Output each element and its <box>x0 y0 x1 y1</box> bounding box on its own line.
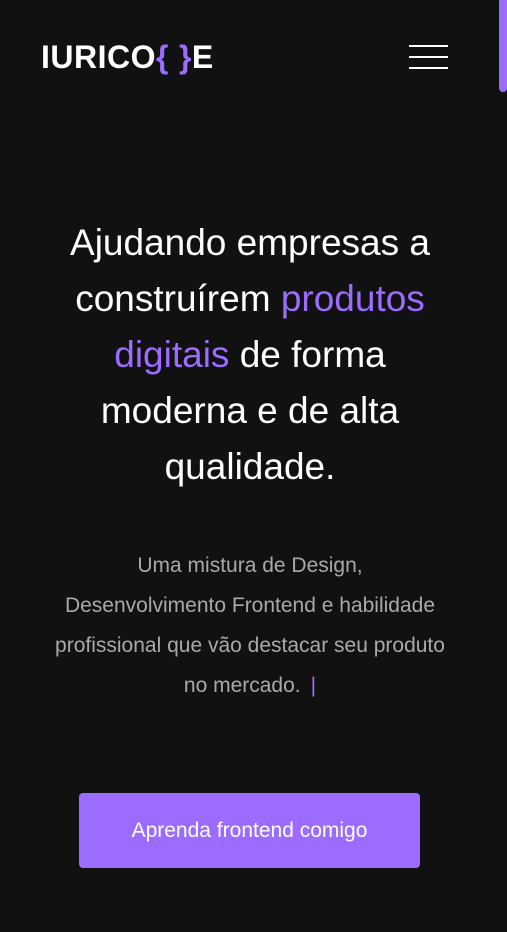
logo-text-start: IURICO <box>41 39 156 75</box>
typing-caret: | <box>310 674 317 697</box>
hero-title-highlight: digitais <box>114 334 230 375</box>
hero-title: Ajudando empresas a construírem produtos… <box>70 222 430 487</box>
learn-frontend-button[interactable]: Aprenda frontend comigo <box>79 793 420 868</box>
logo-text-end: E <box>191 39 214 75</box>
logo-brace-close: } <box>178 39 192 75</box>
page: IURICO{}E Ajudando empresas a construíre… <box>0 0 507 932</box>
logo[interactable]: IURICO{}E <box>41 39 214 75</box>
scrollbar-thumb[interactable] <box>499 0 507 92</box>
hero-subtitle: Uma mistura de Design, Desenvolvimento F… <box>55 554 445 697</box>
hamburger-menu-icon[interactable] <box>406 43 450 71</box>
hero-title-highlight: produtos <box>280 278 425 319</box>
logo-brace-open: { <box>156 39 169 75</box>
